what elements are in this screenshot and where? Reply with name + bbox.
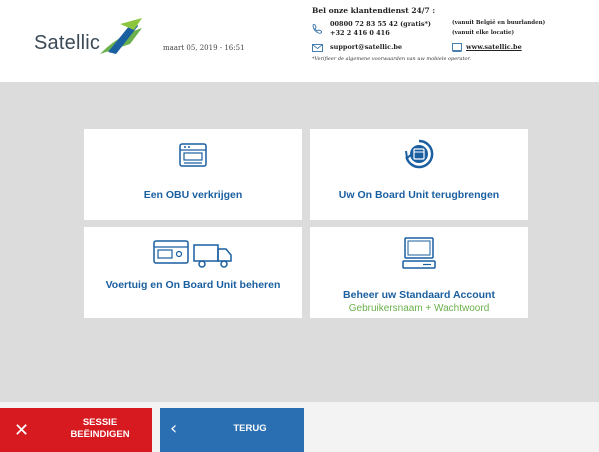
tile-get-obu-label: Een OBU verkrijgen — [143, 189, 243, 201]
hotline-title: Bel onze klantendienst 24/7 : — [312, 6, 436, 15]
end-session-button[interactable]: ✕ SESSIE BEËINDIGEN — [0, 408, 152, 452]
logo-mark-icon — [100, 18, 142, 54]
close-icon: ✕ — [14, 420, 30, 441]
obu-device-icon — [179, 143, 207, 167]
header: Satellic maart 05, 2019 - 16:51 Bel onze… — [0, 0, 599, 82]
session-datetime: maart 05, 2019 - 16:51 — [163, 44, 245, 52]
obu-truck-icon — [153, 240, 232, 268]
chevron-left-icon: ‹ — [170, 418, 178, 439]
tile-manage-account-label: Beheer uw Standaard Account — [343, 289, 495, 301]
tile-manage-account[interactable]: Beheer uw Standaard Account Gebruikersna… — [310, 227, 528, 318]
tile-manage-account-sub: Gebruikersnaam + Wachtwoord — [348, 303, 490, 314]
tile-get-obu[interactable]: Een OBU verkrijgen — [84, 129, 302, 220]
back-label: TERUG — [233, 423, 267, 434]
phone-free-note: (vanuit België en buurlanden) — [452, 20, 546, 26]
phone-international-note: (vanuit elke locatie) — [452, 30, 515, 36]
tile-manage-vehicle-obu-label: Voertuig en On Board Unit beheren — [105, 279, 281, 291]
tile-manage-vehicle-obu[interactable]: Voertuig en On Board Unit beheren — [84, 227, 302, 318]
support-email: support@satellic.be — [330, 43, 403, 51]
mail-icon — [312, 44, 323, 52]
main-menu: Een OBU verkrijgen Uw On Board Unit teru… — [0, 82, 599, 402]
phone-free: 00800 72 83 55 42 (gratis*) — [330, 20, 431, 28]
end-session-label: SESSIE BEËINDIGEN — [70, 417, 130, 440]
phone-icon — [312, 24, 322, 34]
logo-text: Satellic — [34, 32, 101, 54]
phone-international: +32 2 416 0 416 — [330, 29, 390, 37]
operator-disclaimer: *Verifieer de algemene voorwaarden van u… — [312, 56, 471, 62]
back-button[interactable]: ‹ TERUG — [160, 408, 304, 452]
tile-return-obu[interactable]: Uw On Board Unit terugbrengen — [310, 129, 528, 220]
satellic-logo: Satellic — [34, 14, 144, 60]
computer-icon — [402, 237, 436, 269]
return-obu-icon — [405, 139, 434, 169]
tile-return-obu-label: Uw On Board Unit terugbrengen — [338, 189, 500, 201]
website-icon — [452, 43, 462, 52]
footer-bar: ✕ SESSIE BEËINDIGEN ‹ TERUG — [0, 402, 599, 452]
website-link: www.satellic.be — [466, 43, 522, 51]
contact-info: Bel onze klantendienst 24/7 : 00800 72 8… — [312, 6, 592, 62]
